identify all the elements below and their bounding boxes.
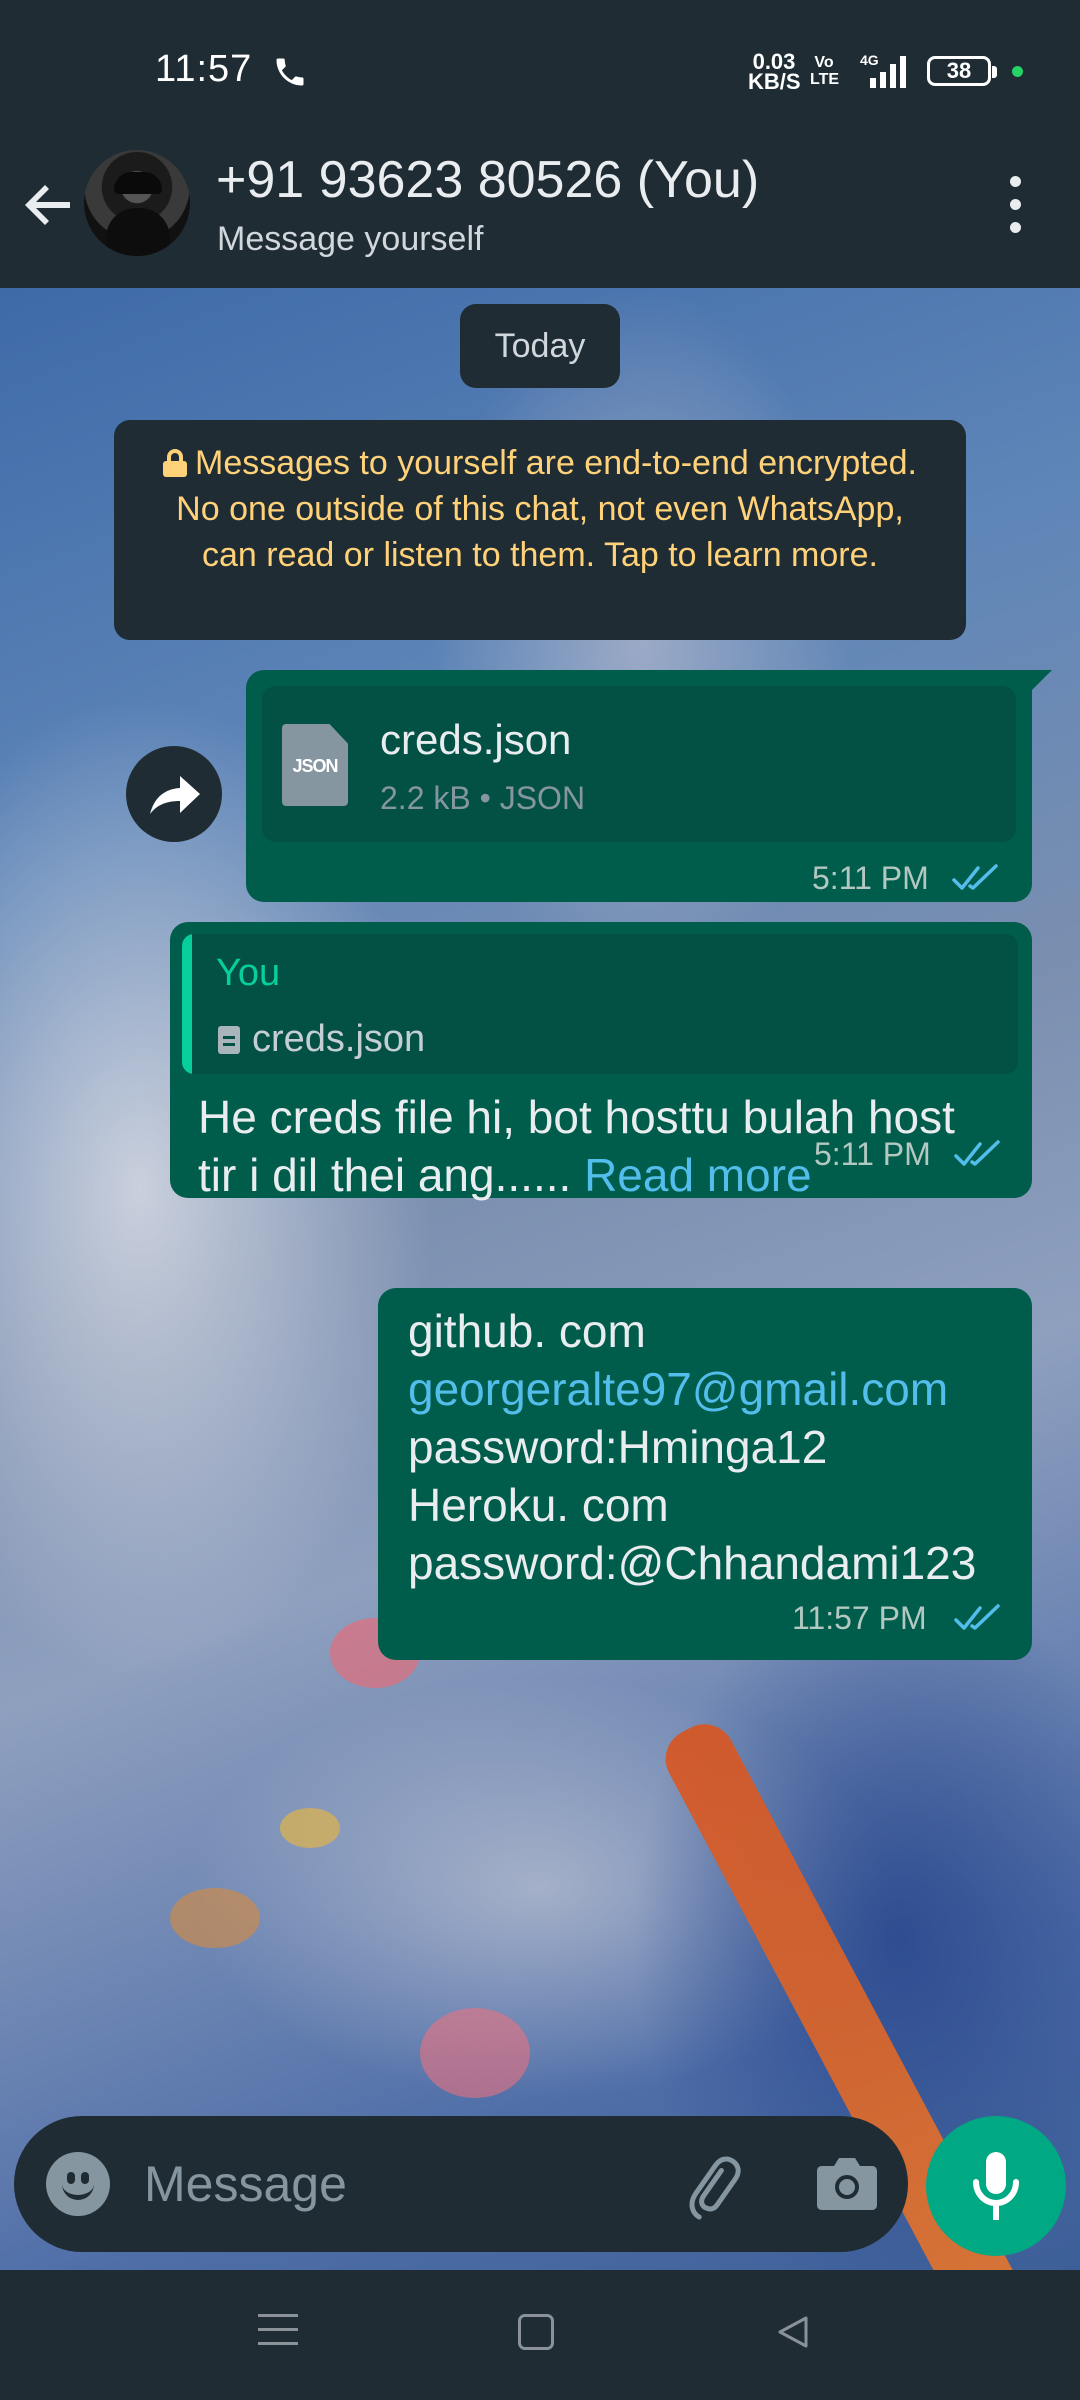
document-meta: 2.2 kB • JSON (380, 780, 586, 816)
attach-icon[interactable] (678, 2150, 750, 2222)
quoted-message[interactable]: You creds.json (182, 934, 1018, 1074)
phone-icon (276, 58, 304, 86)
volte-indicator: Vo LTE (810, 54, 840, 88)
json-file-icon: JSON (282, 724, 348, 806)
quote-bar (182, 934, 192, 1074)
message-bubble-reply[interactable]: You creds.json He creds file hi, bot hos… (170, 922, 1032, 1201)
mic-icon (973, 2152, 1019, 2220)
contact-name[interactable]: +91 93623 80526 (You) (216, 150, 759, 210)
network-type: 4G (860, 52, 879, 68)
wallpaper-decoration (170, 1888, 260, 1948)
encryption-notice[interactable]: Messages to yourself are end-to-end encr… (114, 420, 966, 640)
camera-icon[interactable] (814, 2152, 880, 2214)
double-check-icon (952, 864, 998, 890)
double-check-icon (954, 1604, 1000, 1630)
date-separator: Today (460, 304, 620, 388)
chat-header: +91 93623 80526 (You) Message yourself (0, 140, 1080, 288)
signal-icon: 4G (860, 52, 906, 88)
encryption-notice-text: Messages to yourself are end-to-end encr… (176, 444, 917, 574)
home-button[interactable] (518, 2314, 554, 2350)
message-line: password:Hminga12 (408, 1421, 828, 1473)
system-navigation-bar (0, 2270, 1080, 2400)
forward-button[interactable] (126, 746, 222, 842)
double-check-icon (954, 1140, 1000, 1166)
status-time: 11:57 (155, 48, 253, 90)
message-line: Heroku. com (408, 1479, 669, 1531)
voice-record-button[interactable] (926, 2116, 1066, 2256)
message-bubble-text[interactable]: github. com georgeralte97@gmail.com pass… (378, 1288, 1032, 1660)
message-time: 5:11 PM (814, 1136, 931, 1172)
battery-indicator: 38 (927, 56, 997, 86)
message-line: github. com (408, 1305, 646, 1357)
email-link[interactable]: georgeralte97@gmail.com (408, 1360, 1018, 1418)
message-input[interactable] (144, 2146, 664, 2222)
message-line: password:@Chhandami123 (408, 1537, 977, 1589)
forward-icon (150, 776, 200, 814)
message-composer (14, 2116, 908, 2252)
system-back-icon[interactable] (774, 2312, 814, 2352)
wallpaper-decoration (280, 1808, 340, 1848)
more-vert-icon[interactable] (990, 176, 1040, 240)
message-bubble-document[interactable]: JSON creds.json 2.2 kB • JSON 5:11 PM (246, 670, 1052, 902)
quote-text: creds.json (252, 1018, 426, 1060)
network-speed: 0.03 KB/S (748, 49, 801, 94)
document-card[interactable]: JSON creds.json 2.2 kB • JSON (262, 686, 1016, 842)
message-time: 5:11 PM (812, 860, 929, 896)
privacy-dot (1012, 66, 1023, 77)
avatar[interactable] (84, 150, 190, 256)
bubble-tail (1030, 670, 1052, 692)
document-name: creds.json (380, 716, 572, 763)
recent-apps-button[interactable] (258, 2314, 298, 2354)
emoji-icon[interactable] (46, 2152, 110, 2216)
quote-author: You (216, 952, 281, 994)
message-time: 11:57 PM (792, 1600, 927, 1636)
status-bar: 11:57 0.03 KB/S Vo LTE 4G 38 (0, 0, 1080, 140)
lock-icon (163, 449, 188, 477)
file-type-label: JSON (292, 756, 338, 776)
message-text: github. com georgeralte97@gmail.com pass… (408, 1302, 1018, 1592)
back-arrow-icon[interactable] (18, 172, 82, 236)
document-icon (218, 1026, 240, 1054)
wallpaper-decoration (420, 2008, 530, 2098)
read-more-link[interactable]: Read more (584, 1149, 812, 1201)
chat-area[interactable]: Today Messages to yourself are end-to-en… (0, 288, 1080, 2270)
contact-subtitle[interactable]: Message yourself (217, 220, 483, 259)
